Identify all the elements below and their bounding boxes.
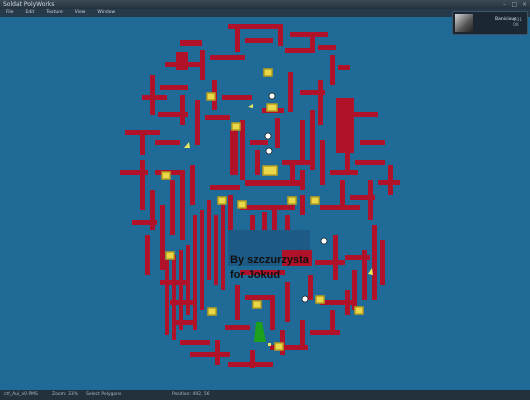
- map-drawing: [120, 24, 400, 368]
- minimize-icon[interactable]: –: [501, 0, 508, 9]
- menu-file[interactable]: File: [0, 9, 20, 17]
- menu-view[interactable]: View: [69, 9, 92, 17]
- menu-edit[interactable]: Edit: [20, 9, 41, 17]
- notification-toast[interactable]: Banicious 1:31 OK: [452, 11, 528, 35]
- flag-zone: [254, 322, 266, 342]
- map-credit-line-2: for Jokud: [230, 269, 281, 281]
- map-canvas[interactable]: By szczurzysta for Jokud: [0, 17, 530, 390]
- map-walls: [120, 24, 400, 368]
- map-credit-text: By szczurzysta for Jokud: [230, 253, 312, 283]
- map-credit-line-1: By szczurzysta: [230, 254, 309, 266]
- status-position: Position: 492, 56: [172, 392, 210, 397]
- avatar: [455, 14, 473, 32]
- window-title: Soldat PolyWorks: [3, 1, 55, 8]
- notification-time: 1:31 OK: [513, 17, 522, 27]
- title-bar: Soldat PolyWorks – □ ×: [0, 0, 530, 9]
- close-icon[interactable]: ×: [521, 0, 528, 9]
- window-controls: – □ ×: [501, 0, 528, 9]
- menu-bar: File Edit Texture View Window: [0, 9, 530, 17]
- status-zoom: Zoom: 33%: [52, 392, 78, 397]
- status-bar: ctf_Aui_v0.PMS Zoom: 33% Select Polygons…: [0, 390, 530, 400]
- menu-window[interactable]: Window: [91, 9, 121, 17]
- maximize-icon[interactable]: □: [511, 0, 518, 9]
- menu-texture[interactable]: Texture: [40, 9, 68, 17]
- status-tool: Select Polygons: [86, 392, 122, 397]
- status-file: ctf_Aui_v0.PMS: [4, 392, 38, 397]
